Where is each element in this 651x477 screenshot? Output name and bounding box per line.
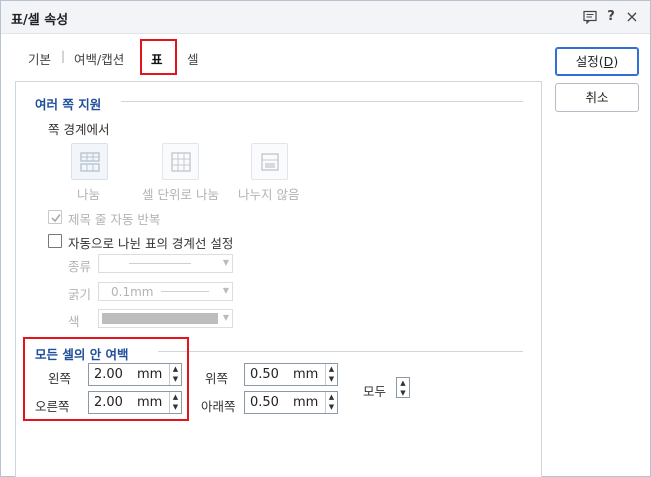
cell-split-option-label: 셀 단위로 나눔 bbox=[142, 187, 219, 202]
bottom-margin-input[interactable]: 0.50 mm ▲ ▼ bbox=[244, 391, 338, 414]
chevron-down-icon[interactable]: ▼ bbox=[326, 402, 337, 412]
chevron-down-icon[interactable]: ▼ bbox=[397, 388, 409, 398]
ok-suffix: ) bbox=[613, 54, 619, 69]
top-margin-label: 위쪽 bbox=[205, 371, 229, 386]
line-color-label: 색 bbox=[68, 314, 80, 329]
tab-table-highlight bbox=[140, 39, 177, 75]
chevron-down-icon: ▼ bbox=[222, 313, 229, 322]
all-margin-label: 모두 bbox=[363, 384, 387, 399]
no-split-option-label: 나누지 않음 bbox=[238, 187, 300, 202]
repeat-header-label: 제목 줄 자동 반복 bbox=[68, 212, 161, 227]
help-button[interactable]: ? bbox=[602, 8, 620, 26]
chevron-up-icon[interactable]: ▲ bbox=[397, 378, 409, 388]
bottom-margin-value: 0.50 bbox=[250, 395, 279, 410]
chevron-up-icon[interactable]: ▲ bbox=[326, 392, 337, 402]
line-style-preview bbox=[129, 263, 191, 264]
top-margin-input[interactable]: 0.50 mm ▲ ▼ bbox=[244, 363, 338, 386]
split-option-label: 나눔 bbox=[77, 187, 101, 202]
close-button[interactable]: × bbox=[623, 8, 641, 26]
tab-separator: | bbox=[61, 49, 66, 63]
tab-basic[interactable]: 기본 bbox=[28, 49, 51, 68]
section-divider bbox=[158, 351, 523, 352]
repeat-header-checkbox[interactable] bbox=[48, 210, 62, 224]
dialog-title: 표/셀 속성 bbox=[11, 13, 69, 28]
unit-label: mm bbox=[293, 395, 319, 410]
tab-cell[interactable]: 셀 bbox=[187, 49, 199, 68]
chevron-up-icon[interactable]: ▲ bbox=[326, 364, 337, 374]
line-width-preview bbox=[161, 291, 209, 292]
ok-shortcut: D bbox=[603, 54, 614, 69]
section-divider bbox=[121, 101, 523, 102]
auto-border-label: 자동으로 나뉜 표의 경계선 설정 bbox=[68, 236, 234, 251]
auto-border-checkbox[interactable] bbox=[48, 234, 62, 248]
title-bar: 표/셀 속성 ? × bbox=[1, 1, 650, 34]
cancel-button[interactable]: 취소 bbox=[555, 83, 639, 112]
color-swatch bbox=[102, 313, 218, 324]
line-type-select[interactable]: ▼ bbox=[98, 254, 233, 273]
ok-label: 설정( bbox=[575, 54, 604, 69]
chevron-down-icon[interactable]: ▼ bbox=[326, 374, 337, 384]
cell-margin-highlight bbox=[23, 337, 189, 421]
unit-label: mm bbox=[293, 367, 319, 382]
chevron-down-icon: ▼ bbox=[222, 286, 229, 295]
ok-button[interactable]: 설정(D) bbox=[555, 47, 639, 76]
top-margin-value: 0.50 bbox=[250, 367, 279, 382]
line-type-label: 종류 bbox=[68, 259, 92, 274]
comment-icon[interactable] bbox=[581, 8, 599, 26]
multi-page-section-title: 여러 쪽 지원 bbox=[35, 97, 102, 112]
table-no-split-icon[interactable] bbox=[251, 143, 288, 180]
spinner[interactable]: ▲ ▼ bbox=[325, 392, 337, 413]
line-color-select[interactable]: ▼ bbox=[98, 309, 233, 328]
bottom-margin-label: 아래쪽 bbox=[201, 399, 236, 414]
table-cell-properties-dialog: 표/셀 속성 ? × 기본 | 여백/캡션 표 셀 설정(D) 취소 여러 쪽 … bbox=[0, 0, 651, 477]
table-cell-split-icon[interactable] bbox=[162, 143, 199, 180]
page-boundary-label: 쪽 경계에서 bbox=[48, 122, 110, 137]
spinner[interactable]: ▲ ▼ bbox=[325, 364, 337, 385]
line-width-value: 0.1mm bbox=[111, 285, 154, 299]
line-width-label: 굵기 bbox=[68, 287, 92, 302]
chevron-down-icon: ▼ bbox=[222, 258, 229, 267]
tab-margin-caption[interactable]: 여백/캡션 bbox=[74, 49, 124, 68]
table-split-icon[interactable] bbox=[71, 143, 108, 180]
all-margin-spinner[interactable]: ▲ ▼ bbox=[396, 377, 410, 398]
line-width-select[interactable]: 0.1mm ▼ bbox=[98, 282, 233, 301]
